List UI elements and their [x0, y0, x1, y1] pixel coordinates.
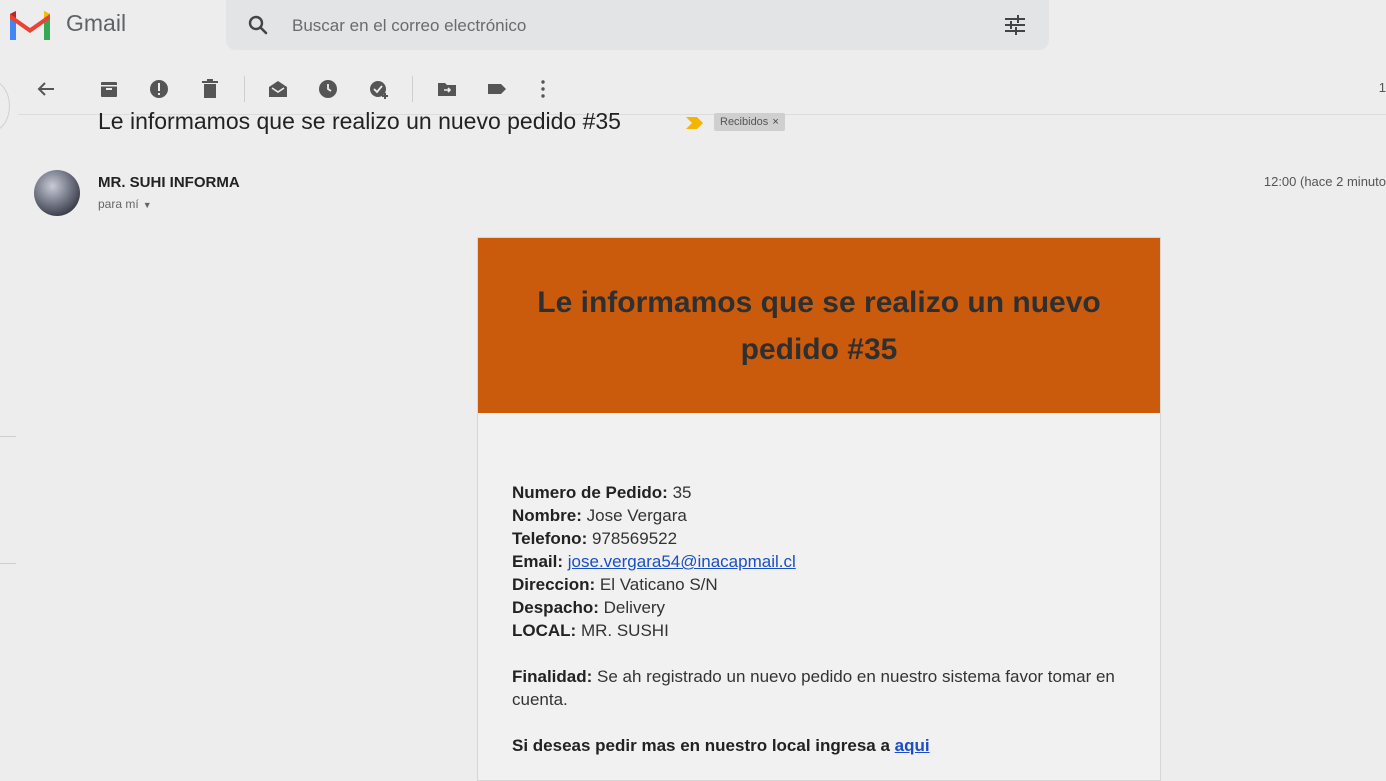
message-subject: Le informamos que se realizo un nuevo pe…: [98, 108, 621, 134]
more-icon[interactable]: [530, 76, 556, 102]
top-bar: Gmail: [0, 0, 1386, 50]
delete-icon[interactable]: [197, 76, 223, 102]
chevron-down-icon[interactable]: ▼: [143, 200, 152, 210]
cta-link[interactable]: aqui: [895, 736, 930, 755]
field-local: LOCAL: MR. SUSHI: [512, 621, 669, 640]
label-icon[interactable]: [484, 76, 510, 102]
label-text: Recibidos: [720, 116, 769, 128]
field-name: Nombre: Jose Vergara: [512, 506, 687, 525]
recipient-details[interactable]: para mí ▼: [98, 197, 152, 211]
field-phone: Telefono: 978569522: [512, 529, 678, 548]
inbox-label-chip[interactable]: Recibidos ×: [714, 113, 785, 131]
gmail-logo-icon[interactable]: [8, 8, 52, 42]
search-bar[interactable]: [226, 0, 1049, 50]
snooze-icon[interactable]: [315, 76, 341, 102]
remove-label-icon[interactable]: ×: [772, 116, 778, 128]
mark-unread-icon[interactable]: [265, 76, 291, 102]
move-to-icon[interactable]: [434, 76, 460, 102]
email-body-card: Le informamos que se realizo un nuevo pe…: [477, 237, 1161, 781]
search-icon[interactable]: [246, 13, 270, 37]
message-time: 12:00 (hace 2 minuto: [1263, 174, 1386, 189]
app-name: Gmail: [66, 10, 127, 36]
banner-title: Le informamos que se realizo un nuevo pe…: [537, 285, 1101, 366]
toolbar-separator: [412, 76, 413, 102]
left-edge-mark: [0, 436, 16, 437]
report-spam-icon[interactable]: [146, 76, 172, 102]
page-count: 1: [1378, 80, 1386, 95]
field-address: Direccion: El Vaticano S/N: [512, 575, 718, 594]
email-link[interactable]: jose.vergara54@inacapmail.cl: [568, 552, 796, 571]
left-edge-mark: [0, 563, 16, 564]
recipient-text: para mí: [98, 197, 139, 211]
email-content: Numero de Pedido: 35 Nombre: Jose Vergar…: [512, 481, 1132, 757]
archive-icon[interactable]: [96, 76, 122, 102]
back-arrow-icon[interactable]: [33, 76, 59, 102]
important-marker-icon[interactable]: [684, 116, 704, 130]
toolbar-separator: [244, 76, 245, 102]
field-purpose: Finalidad: Se ah registrado un nuevo ped…: [512, 667, 1115, 709]
sender-name[interactable]: MR. SUHI INFORMA: [98, 174, 240, 191]
avatar[interactable]: [34, 170, 80, 216]
field-email: Email: jose.vergara54@inacapmail.cl: [512, 552, 796, 571]
search-options-icon[interactable]: [1002, 12, 1028, 38]
email-banner: Le informamos que se realizo un nuevo pe…: [478, 238, 1160, 413]
field-order-number: Numero de Pedido: 35: [512, 483, 692, 502]
search-input[interactable]: [290, 13, 974, 39]
call-to-action: Si deseas pedir mas en nuestro local ing…: [512, 736, 930, 755]
field-dispatch: Despacho: Delivery: [512, 598, 666, 617]
add-task-icon[interactable]: [366, 76, 392, 102]
